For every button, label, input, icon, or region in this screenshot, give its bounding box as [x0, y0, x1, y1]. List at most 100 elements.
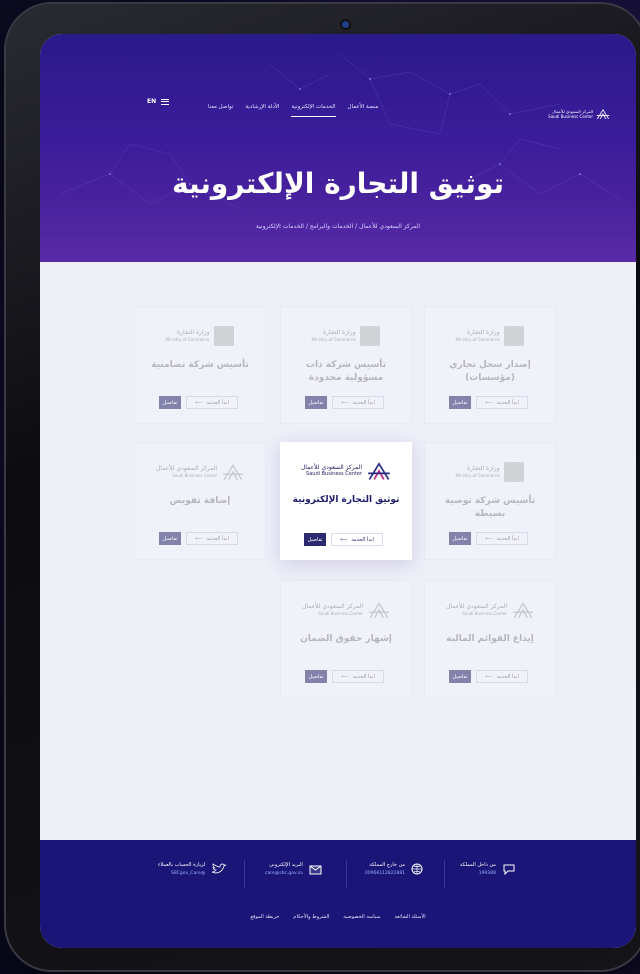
card-title: توثيق التجارة الإلكترونية	[292, 495, 400, 505]
contact-outside[interactable]: من خارج المملكة 00966112822881	[365, 862, 423, 876]
service-card[interactable]: المركز السعودي للأعمال Saudi Business Cen…	[424, 580, 556, 698]
nav-item-contact[interactable]: تواصل معنا	[208, 104, 233, 117]
service-card[interactable]: وزارة التجارة Ministry of Commerce تأسيس …	[134, 306, 266, 424]
card-title: تأسيس شركة توصية بسيطة	[444, 496, 536, 519]
arrow-left-icon: ⟵	[341, 673, 349, 680]
social-handle: @SBCgov_Care	[170, 871, 206, 876]
details-button[interactable]: تفاصيل	[304, 533, 326, 546]
start-service-button[interactable]: ابدأ الخدمة ⟵	[476, 670, 528, 683]
ministry-emblem-icon	[504, 326, 525, 346]
card-logo: المركز السعودي للأعمال Saudi Business Cen…	[446, 597, 534, 623]
card-logo-en: Saudi Business Center	[306, 471, 363, 477]
service-card[interactable]: وزارة التجارة Ministry of Commerce تأسيس …	[280, 306, 412, 424]
site-logo[interactable]: المركز السعودي للأعمال Saudi Business Ce…	[548, 108, 610, 120]
start-service-label: ابدأ الخدمة	[206, 535, 229, 542]
nav-item-guides[interactable]: الأدلة الإرشادية	[245, 104, 279, 117]
card-logo-ar: وزارة التجارة	[323, 329, 356, 336]
lang-label[interactable]: EN	[147, 98, 156, 105]
start-service-label: ابدأ الخدمة	[351, 536, 374, 543]
nav-item-business-platform[interactable]: منصة الأعمال	[348, 104, 379, 117]
card-title: تأسيس شركة تضامنية	[151, 360, 249, 370]
sbc-logo-icon	[223, 464, 243, 481]
contact-email[interactable]: البريد الإلكتروني care@sbc.gov.sa	[265, 862, 322, 876]
card-logo-ar: وزارة التجارة	[467, 465, 500, 472]
divider	[444, 860, 445, 888]
start-service-label: ابدأ الخدمة	[496, 673, 519, 680]
details-button[interactable]: تفاصيل	[449, 670, 471, 683]
card-logo: وزارة التجارة Ministry of Commerce	[456, 323, 525, 349]
camera	[342, 21, 349, 28]
start-service-button[interactable]: ابدأ الخدمة ⟵	[476, 532, 528, 545]
start-service-button[interactable]: ابدأ الخدمة ⟵	[186, 532, 238, 545]
start-service-button[interactable]: ابدأ الخدمة ⟵	[332, 670, 384, 683]
details-button[interactable]: تفاصيل	[449, 396, 471, 409]
service-card[interactable]: وزارة التجارة Ministry of Commerce تأسيس …	[424, 442, 556, 560]
arrow-left-icon: ⟵	[485, 399, 493, 406]
start-service-button[interactable]: ابدأ الخدمة ⟵	[332, 396, 384, 409]
email-label: البريد الإلكتروني	[269, 862, 303, 868]
services-grid: وزارة التجارة Ministry of Commerce إصدار …	[40, 262, 636, 840]
footer-link-terms[interactable]: الشروط والأحكام	[293, 914, 329, 920]
start-service-label: ابدأ الخدمة	[496, 399, 519, 406]
card-logo: وزارة التجارة Ministry of Commerce	[312, 323, 381, 349]
breadcrumb[interactable]: المركز السعودي للأعمال / الخدمات والبرام…	[40, 223, 636, 230]
details-button[interactable]: تفاصيل	[305, 396, 327, 409]
sbc-logo-icon	[513, 602, 533, 619]
start-service-label: ابدأ الخدمة	[206, 399, 229, 406]
card-logo-en: Ministry of Commerce	[455, 337, 500, 342]
card-title: إضافة تفويض	[169, 496, 231, 506]
menu-icon[interactable]	[161, 98, 170, 105]
card-logo: المركز السعودي للأعمال Saudi Business Cen…	[301, 458, 391, 484]
card-logo-en: Saudi Business Center	[462, 611, 508, 616]
card-logo: المركز السعودي للأعمال Saudi Business Cen…	[156, 459, 244, 485]
nav-item-eservices[interactable]: الخدمات الإلكترونية	[291, 104, 336, 117]
service-card[interactable]: المركز السعودي للأعمال Saudi Business Cen…	[280, 580, 412, 698]
card-title: إشهار حقوق الضمان	[300, 634, 392, 644]
tablet-frame: EN منصة الأعمال الخدمات الإلكترونية الأد…	[6, 4, 640, 970]
details-button[interactable]: تفاصيل	[159, 396, 181, 409]
details-button[interactable]: تفاصيل	[159, 532, 181, 545]
start-service-button[interactable]: ابدأ الخدمة ⟵	[331, 533, 383, 546]
service-card-active[interactable]: المركز السعودي للأعمال Saudi Business Cen…	[280, 442, 412, 560]
footer-link-faq[interactable]: الأسئلة الشائعة	[394, 914, 425, 920]
email-value: care@sbc.gov.sa	[265, 871, 303, 876]
contact-inside[interactable]: من داخل المملكة 199388	[460, 862, 516, 876]
card-logo-en: Saudi Business Center	[172, 473, 218, 478]
globe-icon	[411, 863, 423, 875]
sbc-logo-icon	[368, 462, 390, 480]
ministry-emblem-icon	[360, 326, 381, 346]
service-card[interactable]: المركز السعودي للأعمال Saudi Business Cen…	[134, 442, 266, 560]
logo-text-en: Saudi Business Center	[548, 114, 593, 119]
footer-link-privacy[interactable]: سياسة الخصوصية	[343, 914, 380, 920]
contact-social[interactable]: لزيارة الحساب بالعملاء @SBCgov_Care	[158, 862, 227, 876]
details-button[interactable]: تفاصيل	[305, 670, 327, 683]
card-logo-ar: المركز السعودي للأعمال	[300, 464, 363, 471]
card-logo-ar: المركز السعودي للأعمال	[445, 603, 508, 610]
page-title: توثيق التجارة الإلكترونية	[171, 167, 505, 200]
twitter-icon	[212, 863, 227, 874]
ministry-emblem-icon	[504, 462, 525, 482]
hero-banner: EN منصة الأعمال الخدمات الإلكترونية الأد…	[40, 34, 636, 262]
card-logo-ar: وزارة التجارة	[177, 329, 210, 336]
start-service-button[interactable]: ابدأ الخدمة ⟵	[186, 396, 238, 409]
arrow-left-icon: ⟵	[195, 535, 203, 542]
start-service-label: ابدأ الخدمة	[352, 399, 375, 406]
footer-link-sitemap[interactable]: خريطة الموقع	[250, 914, 279, 920]
card-logo-en: Ministry of Commerce	[165, 337, 210, 342]
phone-bubble-icon	[503, 864, 515, 875]
start-service-button[interactable]: ابدأ الخدمة ⟵	[476, 396, 528, 409]
social-label: لزيارة الحساب بالعملاء	[158, 862, 206, 868]
card-logo-en: Ministry of Commerce	[311, 337, 356, 342]
card-logo: وزارة التجارة Ministry of Commerce	[166, 323, 235, 349]
card-logo-en: Ministry of Commerce	[455, 473, 500, 478]
service-card[interactable]: وزارة التجارة Ministry of Commerce إصدار …	[424, 306, 556, 424]
card-logo-ar: المركز السعودي للأعمال	[301, 603, 364, 610]
mail-icon	[309, 865, 322, 875]
language-switch[interactable]: EN	[147, 98, 170, 105]
arrow-left-icon: ⟵	[485, 673, 493, 680]
arrow-left-icon: ⟵	[341, 399, 349, 406]
details-button[interactable]: تفاصيل	[449, 532, 471, 545]
arrow-left-icon: ⟵	[340, 536, 348, 543]
start-service-label: ابدأ الخدمة	[352, 673, 375, 680]
card-logo-ar: وزارة التجارة	[467, 329, 500, 336]
